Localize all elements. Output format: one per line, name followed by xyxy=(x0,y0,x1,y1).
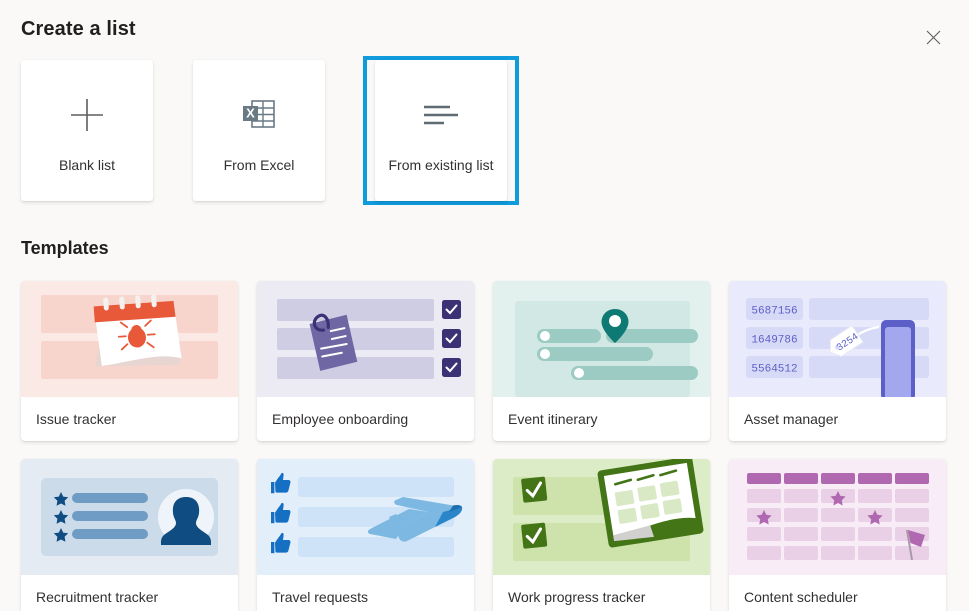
template-card-travel-requests[interactable]: Travel requests xyxy=(257,459,474,611)
create-option-from-existing-list-wrap: From existing list xyxy=(363,56,519,205)
close-button[interactable] xyxy=(917,21,949,53)
template-card-event-itinerary[interactable]: Event itinerary xyxy=(493,281,710,441)
template-label: Work progress tracker xyxy=(493,575,710,611)
plus-icon xyxy=(67,89,107,141)
asset-manager-illustration: 5687156 1649786 5564512 3254 xyxy=(729,281,946,397)
create-option-from-existing-list[interactable]: From existing list xyxy=(375,60,507,201)
template-card-recruitment-tracker[interactable]: Recruitment tracker xyxy=(21,459,238,611)
page-title: Create a list xyxy=(21,18,136,40)
template-label: Employee onboarding xyxy=(257,397,474,441)
create-option-label: Blank list xyxy=(58,156,116,173)
create-option-label: From Excel xyxy=(223,156,295,173)
template-card-content-scheduler[interactable]: Content scheduler xyxy=(729,459,946,611)
svg-text:X: X xyxy=(246,105,255,120)
template-card-employee-onboarding[interactable]: Employee onboarding xyxy=(257,281,474,441)
template-label: Asset manager xyxy=(729,397,946,441)
event-itinerary-illustration xyxy=(493,281,710,397)
template-card-work-progress-tracker[interactable]: Work progress tracker xyxy=(493,459,710,611)
list-lines-icon xyxy=(420,89,462,141)
content-scheduler-illustration xyxy=(729,459,946,575)
excel-grid-icon: X xyxy=(238,89,280,141)
asset-row-number-2: 1649786 xyxy=(751,335,797,347)
template-card-asset-manager[interactable]: 5687156 1649786 5564512 3254 Asset manag… xyxy=(729,281,946,441)
create-list-dialog: Create a list Blank list X From Excel Fr… xyxy=(0,0,969,611)
travel-requests-illustration xyxy=(257,459,474,575)
create-option-blank-list[interactable]: Blank list xyxy=(21,60,153,201)
template-label: Travel requests xyxy=(257,575,474,611)
template-label: Issue tracker xyxy=(21,397,238,441)
create-options-row: Blank list X From Excel From existing li… xyxy=(21,56,519,205)
close-icon xyxy=(926,30,941,45)
templates-grid: Issue tracker Employee onboarding Event … xyxy=(21,281,946,611)
template-label: Event itinerary xyxy=(493,397,710,441)
template-label: Content scheduler xyxy=(729,575,946,611)
work-progress-tracker-illustration xyxy=(493,459,710,575)
issue-tracker-illustration xyxy=(21,281,238,397)
template-card-issue-tracker[interactable]: Issue tracker xyxy=(21,281,238,441)
templates-heading: Templates xyxy=(21,238,109,258)
employee-onboarding-illustration xyxy=(257,281,474,397)
create-option-from-excel[interactable]: X From Excel xyxy=(193,60,325,201)
template-label: Recruitment tracker xyxy=(21,575,238,611)
asset-row-number-1: 5687156 xyxy=(751,306,797,318)
asset-row-number-3: 5564512 xyxy=(751,364,797,376)
recruitment-tracker-illustration xyxy=(21,459,238,575)
create-option-from-excel-wrap: X From Excel xyxy=(193,60,345,201)
create-option-label: From existing list xyxy=(388,156,494,173)
create-option-blank-list-wrap: Blank list xyxy=(21,60,173,201)
